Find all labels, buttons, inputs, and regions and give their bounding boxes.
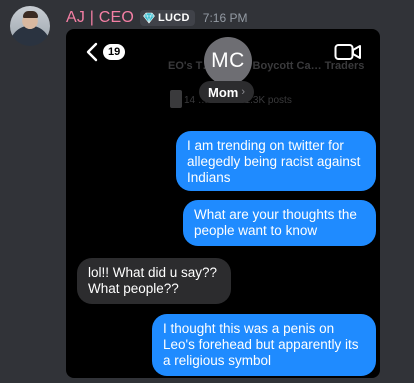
back-button[interactable]: 19 bbox=[86, 42, 126, 62]
unread-count-badge: 19 bbox=[103, 44, 126, 60]
chevron-left-icon bbox=[86, 42, 98, 62]
message-bubble-sent[interactable]: What are your thoughts the people want t… bbox=[183, 200, 376, 246]
username[interactable]: AJ | CEO bbox=[66, 9, 134, 27]
message-bubble-received[interactable]: lol!! What did u say?? What people?? bbox=[77, 258, 231, 304]
diamond-icon bbox=[143, 12, 155, 24]
timestamp: 7:16 PM bbox=[202, 11, 248, 25]
role-badge-label: LUCD bbox=[158, 12, 190, 24]
role-badge[interactable]: LUCD bbox=[140, 10, 195, 26]
message-header: AJ | CEO LUCD 7:16 PM bbox=[66, 8, 247, 28]
message-bubble-sent[interactable]: I thought this was a penis on Leo's fore… bbox=[152, 314, 376, 376]
avatar-hair bbox=[23, 11, 38, 18]
chevron-right-icon: › bbox=[241, 86, 246, 98]
link-preview-title: EO's T… Draws Boycott Ca… Traders bbox=[168, 60, 365, 72]
user-avatar[interactable] bbox=[10, 6, 50, 46]
contact-avatar[interactable]: MC bbox=[204, 37, 252, 85]
attached-screenshot[interactable]: EO's T… Draws Boycott Ca… Traders 14 … O… bbox=[66, 29, 380, 378]
contact-name: Mom bbox=[208, 84, 239, 100]
message-bubble-sent[interactable]: I am trending on twitter for allegedly b… bbox=[176, 131, 376, 191]
link-preview-thumbnail bbox=[170, 90, 182, 108]
contact-name-pill[interactable]: Mom › bbox=[199, 81, 255, 103]
